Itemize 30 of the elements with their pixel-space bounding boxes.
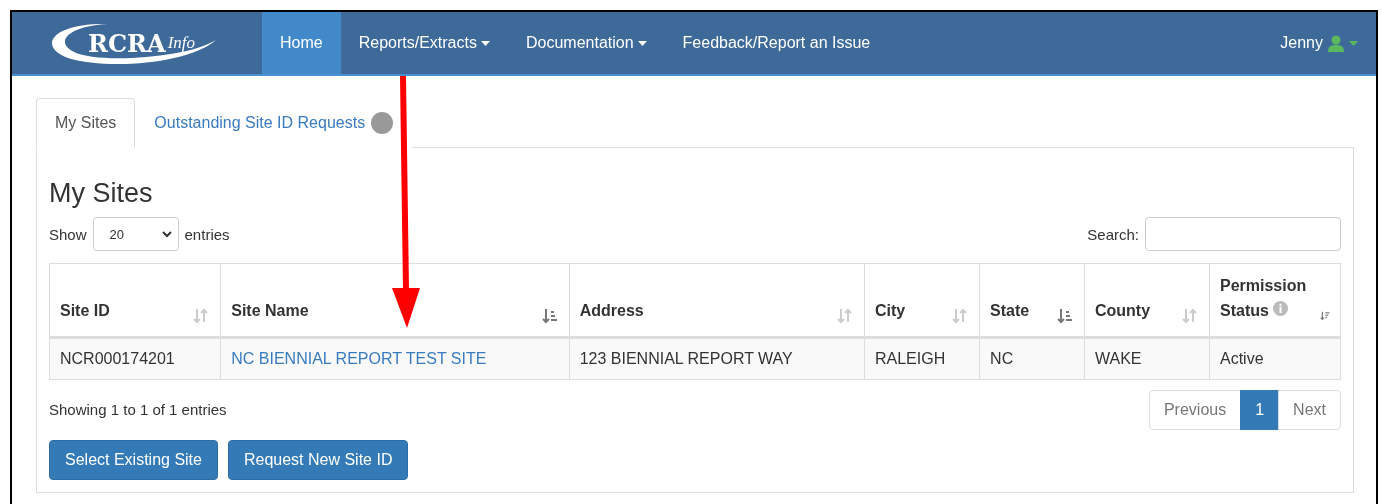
chevron-icon: [161, 230, 172, 238]
action-button[interactable]: Select Existing Site: [49, 439, 218, 480]
user-icon[interactable]: [1328, 34, 1344, 52]
search-label: Search:: [1087, 225, 1139, 243]
table-cell: Active: [1209, 337, 1341, 380]
page-button[interactable]: Next: [1278, 389, 1341, 430]
entries-info: Showing 1 to 1 of 1 entries: [49, 401, 227, 419]
page-button[interactable]: 1: [1240, 389, 1280, 430]
entries-select[interactable]: 20: [92, 217, 179, 251]
entries-label: entries: [184, 225, 230, 243]
table-cell: RALEIGH: [864, 337, 980, 380]
section-title: My Sites: [49, 177, 154, 209]
table-cell: WAKE: [1084, 337, 1210, 380]
user-name[interactable]: Jenny: [1280, 34, 1323, 52]
tab[interactable]: My Sites: [36, 98, 136, 148]
page-button[interactable]: Previous: [1148, 389, 1242, 430]
action-button[interactable]: Request New Site ID: [227, 439, 409, 480]
nav-link[interactable]: Home: [262, 12, 341, 74]
table-cell: NCR000174201: [49, 337, 221, 380]
caret-icon[interactable]: [1349, 40, 1358, 46]
show-label: Show: [49, 225, 87, 243]
nav-link[interactable]: Feedback/Report an Issue: [664, 12, 889, 74]
site-name-link[interactable]: NC BIENNIAL REPORT TEST SITE: [220, 337, 570, 380]
sort-icon[interactable]: [541, 306, 559, 324]
search-field[interactable]: [1145, 217, 1341, 251]
nav-link[interactable]: Reports/Extracts: [340, 12, 508, 74]
sort-icon[interactable]: [1056, 306, 1074, 324]
nav-link[interactable]: Documentation: [507, 12, 665, 74]
table-cell: 123 BIENNIAL REPORT WAY: [569, 337, 865, 380]
table-cell: NC: [979, 337, 1085, 380]
